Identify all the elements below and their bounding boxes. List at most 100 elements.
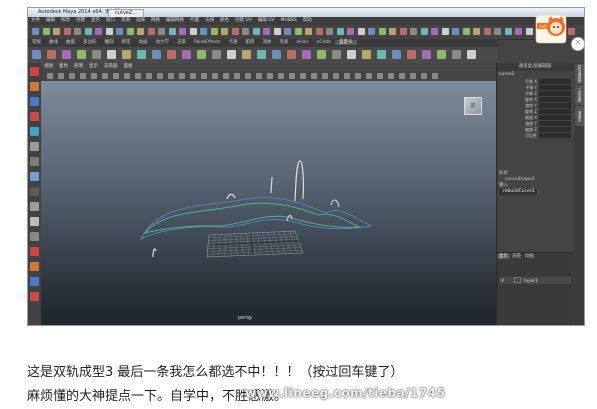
status-line-icon[interactable] — [273, 28, 281, 35]
side-tab[interactable]: 工具设置 — [575, 85, 584, 105]
shelf-tool-icon[interactable] — [107, 50, 116, 59]
attribute-value-field[interactable] — [539, 85, 571, 90]
toolbox-tool-icon[interactable] — [30, 97, 39, 106]
attribute-value-field[interactable] — [539, 115, 571, 120]
status-line-icon[interactable] — [399, 28, 407, 35]
status-line-icon[interactable] — [336, 28, 344, 35]
viewport-tool-icon[interactable] — [135, 73, 141, 79]
status-line-icon[interactable] — [42, 28, 50, 35]
layer-editor-tab[interactable]: 动画 — [523, 254, 536, 259]
toolbox-tool-icon[interactable] — [30, 217, 39, 226]
viewport-tool-icon[interactable] — [69, 73, 75, 79]
shelf-tab[interactable]: 卡通 — [224, 40, 241, 45]
status-line-icon[interactable] — [221, 28, 228, 35]
menu-item[interactable]: 帮助 — [303, 18, 312, 23]
layer-editor-tab[interactable]: 显示 — [497, 254, 510, 259]
toolbox-tool-icon[interactable] — [30, 247, 39, 256]
viewport-tool-icon[interactable] — [366, 73, 372, 79]
viewport-tool-icon[interactable] — [355, 73, 361, 79]
status-line-icon[interactable] — [284, 28, 291, 35]
status-line-icon[interactable] — [410, 28, 417, 35]
viewport-tool-icon[interactable] — [421, 73, 427, 79]
menu-item[interactable]: 创建 — [76, 18, 85, 23]
viewport-tool-icon[interactable] — [311, 73, 317, 79]
viewport[interactable]: 前 persp — [41, 81, 496, 325]
status-line-icon[interactable] — [315, 28, 323, 35]
status-line-icon[interactable] — [263, 28, 270, 35]
shelf-tool-icon[interactable] — [137, 50, 146, 59]
status-line-icon[interactable] — [515, 28, 522, 35]
viewport-tool-icon[interactable] — [179, 73, 185, 79]
viewport-tool-icon[interactable] — [47, 73, 53, 79]
viewport-tool-icon[interactable] — [102, 73, 108, 79]
toolbox-tool-icon[interactable] — [30, 277, 39, 286]
viewport-tool-icon[interactable] — [267, 73, 273, 79]
status-line-icon[interactable] — [389, 28, 396, 35]
shelf-tab[interactable]: 常规 — [28, 40, 45, 45]
shelf-tab[interactable]: 曲线 — [45, 40, 62, 45]
menu-item[interactable]: 文件 — [31, 18, 40, 23]
status-line-icon[interactable] — [95, 28, 102, 35]
status-line-icon[interactable] — [53, 28, 60, 35]
status-line-icon[interactable] — [126, 28, 134, 35]
profile-curve-2[interactable] — [270, 176, 273, 194]
viewport-tool-icon[interactable] — [410, 73, 416, 79]
attribute-value-field[interactable] — [539, 79, 571, 84]
menu-item[interactable]: 颜色 — [220, 18, 229, 23]
shelf-tool-icon[interactable] — [467, 50, 476, 59]
status-line-icon[interactable] — [63, 28, 71, 35]
status-line-icon[interactable] — [504, 28, 512, 35]
toolbox-tool-icon[interactable] — [30, 187, 39, 196]
shelf-tool-icon[interactable] — [92, 50, 101, 59]
profile-curve-1[interactable] — [294, 160, 304, 202]
shelf-tab[interactable]: nHair — [292, 40, 312, 45]
shelf-tool-icon[interactable] — [47, 50, 56, 59]
status-line-icon[interactable] — [242, 28, 249, 35]
menu-item[interactable]: 窗口 — [106, 18, 115, 23]
status-line-icon[interactable] — [462, 28, 470, 35]
viewport-menu-item[interactable]: 照明 — [74, 64, 83, 69]
shelf-tab[interactable]: 自定义 — [335, 40, 357, 45]
shelf-tool-icon[interactable] — [257, 50, 266, 59]
shelf-tab[interactable]: PaintEffects — [190, 40, 224, 45]
shelf-tool-icon[interactable] — [347, 50, 356, 59]
viewport-tool-icon[interactable] — [157, 73, 163, 79]
shelf-tab[interactable]: 毛发 — [275, 40, 292, 45]
shelf-tool-icon[interactable] — [287, 50, 296, 59]
status-line-icon[interactable] — [420, 28, 428, 35]
toolbox-tool-icon[interactable] — [30, 127, 39, 136]
viewport-tool-icon[interactable] — [432, 73, 438, 79]
viewport-tool-icon[interactable] — [278, 73, 284, 79]
viewport-menu-item[interactable]: 渲染器 — [104, 64, 118, 69]
menu-item[interactable]: 编辑 — [46, 18, 55, 23]
menu-item[interactable]: 编辑 UV — [258, 18, 275, 23]
shelf-tool-icon[interactable] — [377, 50, 386, 59]
side-tab[interactable]: 通道盒 — [575, 106, 584, 126]
status-line-icon[interactable] — [431, 28, 438, 35]
viewport-tool-icon[interactable] — [124, 73, 130, 79]
status-line-icon[interactable] — [347, 28, 354, 35]
attribute-value-field[interactable] — [539, 91, 571, 96]
layer-name[interactable]: layer1 — [524, 279, 538, 284]
attribute-row[interactable]: 可见性 — [505, 133, 573, 139]
attribute-value-field[interactable] — [539, 103, 571, 108]
shelf-tool-icon[interactable] — [437, 50, 446, 59]
toolbox-tool-icon[interactable] — [30, 157, 39, 166]
viewport-tool-icon[interactable] — [234, 73, 240, 79]
toolbox-tool-icon[interactable] — [30, 112, 39, 121]
shelf-tool-icon[interactable] — [167, 50, 176, 59]
input-node[interactable]: rebuildCurve1 — [499, 189, 537, 195]
status-line-icon[interactable] — [483, 28, 491, 35]
viewport-tool-icon[interactable] — [344, 73, 350, 79]
viewport-menu-item[interactable]: 着色 — [59, 64, 68, 69]
toolbox-tool-icon[interactable] — [30, 202, 39, 211]
shelf-tool-icon[interactable] — [317, 50, 326, 59]
shelf-tool-icon[interactable] — [32, 50, 41, 59]
status-line-icon[interactable] — [84, 28, 92, 35]
menu-item[interactable]: 网格 — [151, 18, 160, 23]
shelf-tab[interactable]: 流体 — [258, 40, 275, 45]
selected-object-name[interactable]: curve2 — [499, 72, 514, 77]
shelf-tool-icon[interactable] — [182, 50, 191, 59]
shelf-tool-icon[interactable] — [122, 50, 131, 59]
attribute-value-field[interactable] — [539, 109, 571, 114]
